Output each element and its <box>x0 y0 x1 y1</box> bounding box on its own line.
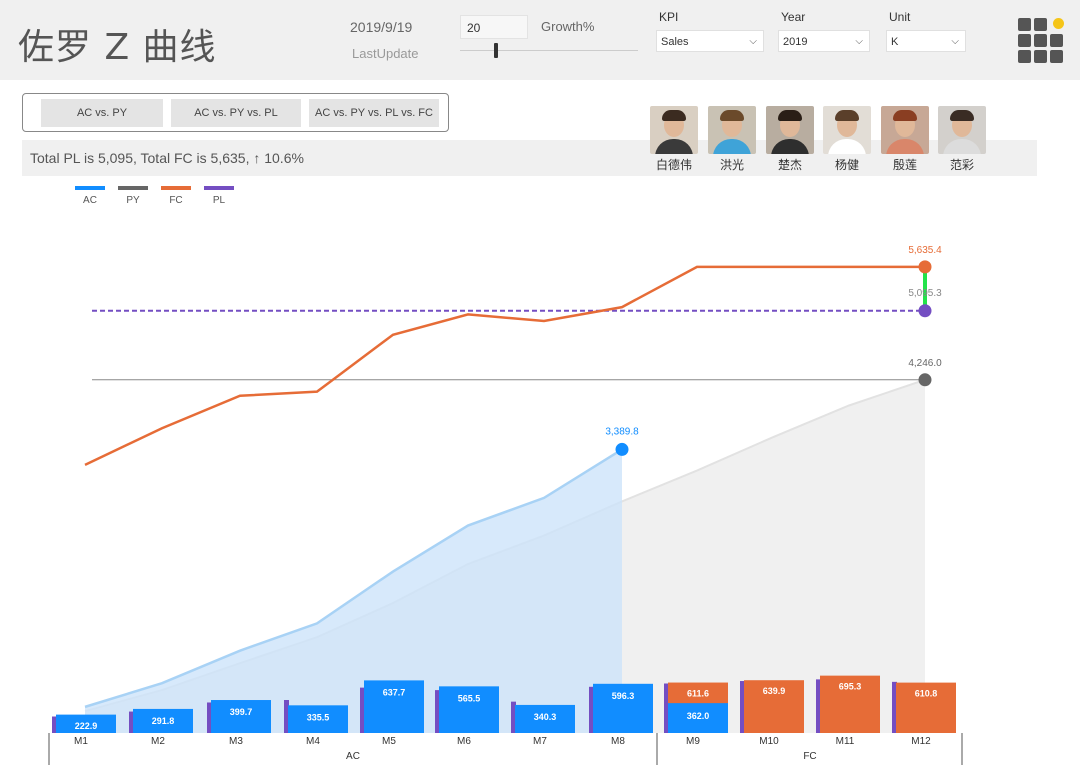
x-tick-label: M6 <box>457 736 471 747</box>
growth-slider-track[interactable] <box>460 50 638 51</box>
legend-item-py[interactable]: PY <box>113 186 153 206</box>
x-tick-label: M7 <box>533 736 547 747</box>
legend-swatch <box>161 186 191 190</box>
person-name: 楚杰 <box>777 158 802 172</box>
person-name: 杨健 <box>834 158 859 172</box>
ac-bar-label: 291.8 <box>152 716 175 726</box>
person-card[interactable]: 范彩 <box>938 106 986 173</box>
unit-dropdown[interactable]: K ⌵ <box>886 30 966 52</box>
fc-bar-label: 611.6 <box>687 689 709 699</box>
ac-bar-label: 399.7 <box>230 707 253 717</box>
last-update-label: LastUpdate <box>352 46 419 61</box>
kpi-label: KPI <box>659 10 679 24</box>
year-value: 2019 <box>783 36 808 48</box>
x-tick-label: M3 <box>229 736 243 747</box>
legend-label: FC <box>169 195 183 206</box>
kpi-dropdown[interactable]: Sales ⌵ <box>656 30 764 52</box>
z-curve-chart: 5,635.4 5,095.3 4,246.0 3,389.8 222.9 M1 291.8… <box>48 245 963 765</box>
year-label: Year <box>781 10 806 24</box>
ac-bar-label: 222.9 <box>75 721 98 731</box>
fc-end-marker <box>918 260 932 274</box>
update-date: 2019/9/19 <box>350 19 413 35</box>
chevron-down-icon: ⌵ <box>855 36 863 47</box>
year-dropdown[interactable]: 2019 ⌵ <box>778 30 870 52</box>
fc-bar-label: 695.3 <box>839 682 862 692</box>
person-card[interactable]: 白德伟 <box>650 106 698 173</box>
x-tick-label: M11 <box>836 736 855 747</box>
legend-item-pl[interactable]: PL <box>199 186 239 206</box>
growth-label: Growth% <box>541 19 595 34</box>
legend-label: PL <box>212 195 226 206</box>
person-photo <box>938 106 986 154</box>
pl-end-label: 5,095.3 <box>908 288 942 299</box>
ac-bar-label: 596.3 <box>612 691 635 701</box>
fc-bar-label: 610.8 <box>915 689 938 699</box>
unit-label: Unit <box>889 10 911 24</box>
fc-bar-label: 639.9 <box>763 686 786 696</box>
person-photo <box>708 106 756 154</box>
x-tick-label: M4 <box>306 736 320 747</box>
chevron-down-icon: ⌵ <box>951 36 959 47</box>
person-card[interactable]: 杨健 <box>823 106 871 173</box>
legend-swatch <box>118 186 148 190</box>
person-card[interactable]: 洪光 <box>708 106 756 173</box>
person-photo <box>650 106 698 154</box>
ac-end-marker <box>615 442 629 456</box>
page-title: 佐罗 Z 曲线 <box>18 27 217 68</box>
chevron-down-icon: ⌵ <box>749 36 757 47</box>
ac-area <box>85 449 622 733</box>
ac-bar-label: 335.5 <box>307 712 330 722</box>
ac-bar-label: 565.5 <box>458 693 481 703</box>
py-end-label: 4,246.0 <box>908 358 942 369</box>
legend-label: PY <box>126 195 140 206</box>
legend-item-ac[interactable]: AC <box>70 186 110 206</box>
growth-slider-thumb[interactable] <box>494 43 498 58</box>
unit-value: K <box>891 36 899 48</box>
legend-item-fc[interactable]: FC <box>156 186 196 206</box>
x-tick-label: M10 <box>759 736 779 747</box>
person-card[interactable]: 殷莲 <box>881 106 929 173</box>
x-tick-label: M5 <box>382 736 396 747</box>
py-end-marker <box>918 373 932 387</box>
x-tick-label: M1 <box>74 736 88 747</box>
person-name: 白德伟 <box>655 158 692 172</box>
x-tick-label: M2 <box>151 736 165 747</box>
x-tick-label: M12 <box>911 736 931 747</box>
person-name: 洪光 <box>719 158 744 172</box>
kpi-value: Sales <box>661 36 689 48</box>
ac-partial-label: 362.0 <box>687 711 710 721</box>
ac-end-label: 3,389.8 <box>605 426 639 437</box>
person-photo <box>881 106 929 154</box>
person-photo <box>823 106 871 154</box>
legend-swatch <box>204 186 234 190</box>
ac-bar-label: 637.7 <box>383 687 406 697</box>
ac-vs-py-button[interactable]: AC vs. PY <box>41 99 163 127</box>
ac-vs-py-vs-pl-vs-fc-button[interactable]: AC vs. PY vs. PL vs. FC <box>309 99 439 127</box>
legend-swatch <box>75 186 105 190</box>
ac-bar-label: 340.3 <box>534 712 557 722</box>
person-name: 殷莲 <box>892 158 917 172</box>
ac-vs-py-vs-pl-button[interactable]: AC vs. PY vs. PL <box>171 99 301 127</box>
x-group-label: AC <box>346 751 360 762</box>
app-grid-icon[interactable] <box>1018 18 1064 63</box>
view-button-group: AC vs. PY AC vs. PY vs. PL AC vs. PY vs.… <box>22 93 449 132</box>
growth-input[interactable]: 20 <box>460 15 528 39</box>
x-tick-label: M8 <box>611 736 625 747</box>
pl-end-marker <box>918 304 932 318</box>
summary-text: Total PL is 5,095, Total FC is 5,635, ↑ … <box>30 150 304 166</box>
x-group-label: FC <box>803 751 816 762</box>
person-photo <box>766 106 814 154</box>
person-card[interactable]: 楚杰 <box>766 106 814 173</box>
x-tick-label: M9 <box>686 736 700 747</box>
header-bar: 佐罗 Z 曲线 2019/9/19 LastUpdate 20 Growth% … <box>0 0 1080 80</box>
person-name: 范彩 <box>949 158 974 172</box>
fc-end-label: 5,635.4 <box>908 245 942 256</box>
legend-label: AC <box>83 195 97 206</box>
